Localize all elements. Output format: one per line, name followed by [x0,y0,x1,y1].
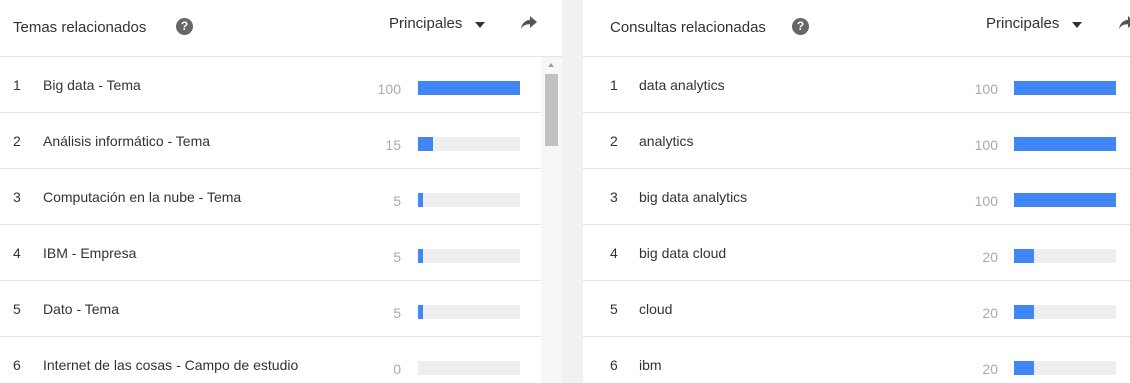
value-bar-track [418,361,520,375]
value-bar-fill [418,81,520,95]
list-item[interactable]: 2 analytics 100 [583,113,1130,169]
item-rank: 5 [13,301,21,317]
scroll-up-icon[interactable] [548,63,554,67]
item-rank: 1 [610,77,618,93]
item-label[interactable]: IBM - Empresa [43,245,136,261]
item-rank: 6 [13,357,21,373]
share-icon[interactable] [521,16,537,30]
value-bar-track [418,193,520,207]
value-bar-track [1014,305,1116,319]
queries-list: 1 data analytics 100 2 analytics 100 3 big data… [583,57,1130,383]
item-value: 20 [982,361,998,377]
help-icon[interactable]: ? [792,18,809,35]
item-value: 15 [385,137,401,153]
item-value: 100 [377,81,401,97]
related-queries-panel: Consultas relacionadas ? Principales 1 da… [583,0,1130,383]
panel-title: Consultas relacionadas [610,19,766,36]
item-rank: 6 [610,357,618,373]
sort-label: Principales [986,15,1060,32]
scrollbar[interactable] [541,57,562,383]
item-value: 5 [393,305,401,321]
value-bar-fill [1014,305,1035,319]
value-bar-track [1014,249,1116,263]
item-value: 20 [982,305,998,321]
help-icon[interactable]: ? [176,18,193,35]
sort-dropdown[interactable]: Principales [986,15,1083,32]
list-item[interactable]: 5 cloud 20 [583,281,1130,337]
item-value: 100 [974,81,998,97]
value-bar-fill [418,137,434,151]
item-rank: 1 [13,77,21,93]
value-bar-track [1014,361,1116,375]
item-rank: 3 [13,189,21,205]
value-bar-track [418,305,520,319]
item-rank: 2 [610,133,618,149]
item-label[interactable]: Computación en la nube - Tema [43,189,241,205]
dropdown-triangle-icon [1072,21,1083,28]
item-label[interactable]: Análisis informático - Tema [43,133,210,149]
item-value: 100 [974,137,998,153]
item-label[interactable]: big data cloud [639,245,726,261]
panel-title: Temas relacionados [13,19,147,36]
item-label[interactable]: analytics [639,133,693,149]
panel-header: Consultas relacionadas ? Principales [583,0,1130,57]
value-bar-track [1014,137,1116,151]
item-value: 5 [393,249,401,265]
value-bar-track [418,249,520,263]
list-item[interactable]: 6 Internet de las cosas - Campo de estudi… [0,337,540,383]
item-rank: 2 [13,133,21,149]
sort-label: Principales [389,15,463,32]
list-item[interactable]: 1 data analytics 100 [583,57,1130,113]
item-label[interactable]: Internet de las cosas - Campo de estudio [43,357,298,373]
item-label[interactable]: Dato - Tema [43,301,119,317]
value-bar-fill [418,249,424,263]
item-value: 20 [982,249,998,265]
value-bar-fill [1014,137,1116,151]
item-label[interactable]: big data analytics [639,189,747,205]
list-item[interactable]: 2 Análisis informático - Tema 15 [0,113,540,169]
item-rank: 3 [610,189,618,205]
list-item[interactable]: 3 Computación en la nube - Tema 5 [0,169,540,225]
value-bar-track [418,81,520,95]
list-item[interactable]: 4 big data cloud 20 [583,225,1130,281]
list-item[interactable]: 4 IBM - Empresa 5 [0,225,540,281]
list-item[interactable]: 6 ibm 20 [583,337,1130,383]
value-bar-fill [1014,81,1116,95]
value-bar-fill [1014,361,1035,375]
value-bar-fill [1014,193,1116,207]
scroll-thumb[interactable] [545,74,558,146]
item-rank: 5 [610,301,618,317]
panel-header: Temas relacionados ? Principales [0,0,562,57]
list-item[interactable]: 1 Big data - Tema 100 [0,57,540,113]
item-value: 100 [974,193,998,209]
item-value: 5 [393,193,401,209]
item-label[interactable]: Big data - Tema [43,77,141,93]
item-label[interactable]: cloud [639,301,672,317]
sort-dropdown[interactable]: Principales [389,15,486,32]
dropdown-triangle-icon [475,21,486,28]
value-bar-fill [418,193,424,207]
item-label[interactable]: ibm [639,357,662,373]
item-rank: 4 [610,245,618,261]
value-bar-fill [1014,249,1035,263]
value-bar-fill [418,305,424,319]
item-label[interactable]: data analytics [639,77,725,93]
value-bar-track [1014,193,1116,207]
item-value: 0 [393,361,401,377]
topics-list: 1 Big data - Tema 100 2 Análisis informático… [0,57,540,383]
value-bar-track [1014,81,1116,95]
list-item[interactable]: 5 Dato - Tema 5 [0,281,540,337]
related-topics-panel: Temas relacionados ? Principales 1 Big da… [0,0,562,383]
share-icon[interactable] [1119,16,1130,30]
item-rank: 4 [13,245,21,261]
value-bar-track [418,137,520,151]
list-item[interactable]: 3 big data analytics 100 [583,169,1130,225]
